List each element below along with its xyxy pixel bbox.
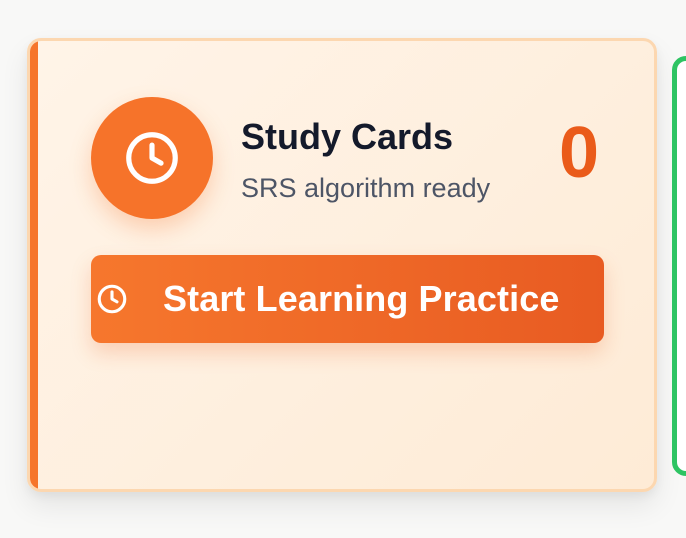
clock-icon — [95, 282, 129, 316]
dashboard-area: Study Cards SRS algorithm ready 0 Start … — [0, 0, 686, 538]
start-learning-practice-label: Start Learning Practice — [163, 278, 560, 319]
clock-icon — [91, 97, 213, 219]
card-count: 0 — [558, 113, 599, 193]
study-cards-card: Study Cards SRS algorithm ready 0 Start … — [27, 38, 657, 492]
start-learning-practice-button[interactable]: Start Learning Practice — [91, 255, 604, 343]
card-subtitle: SRS algorithm ready — [241, 173, 491, 203]
adjacent-card — [672, 56, 686, 476]
card-accent-bar — [30, 41, 38, 489]
card-title: Study Cards — [241, 116, 454, 157]
